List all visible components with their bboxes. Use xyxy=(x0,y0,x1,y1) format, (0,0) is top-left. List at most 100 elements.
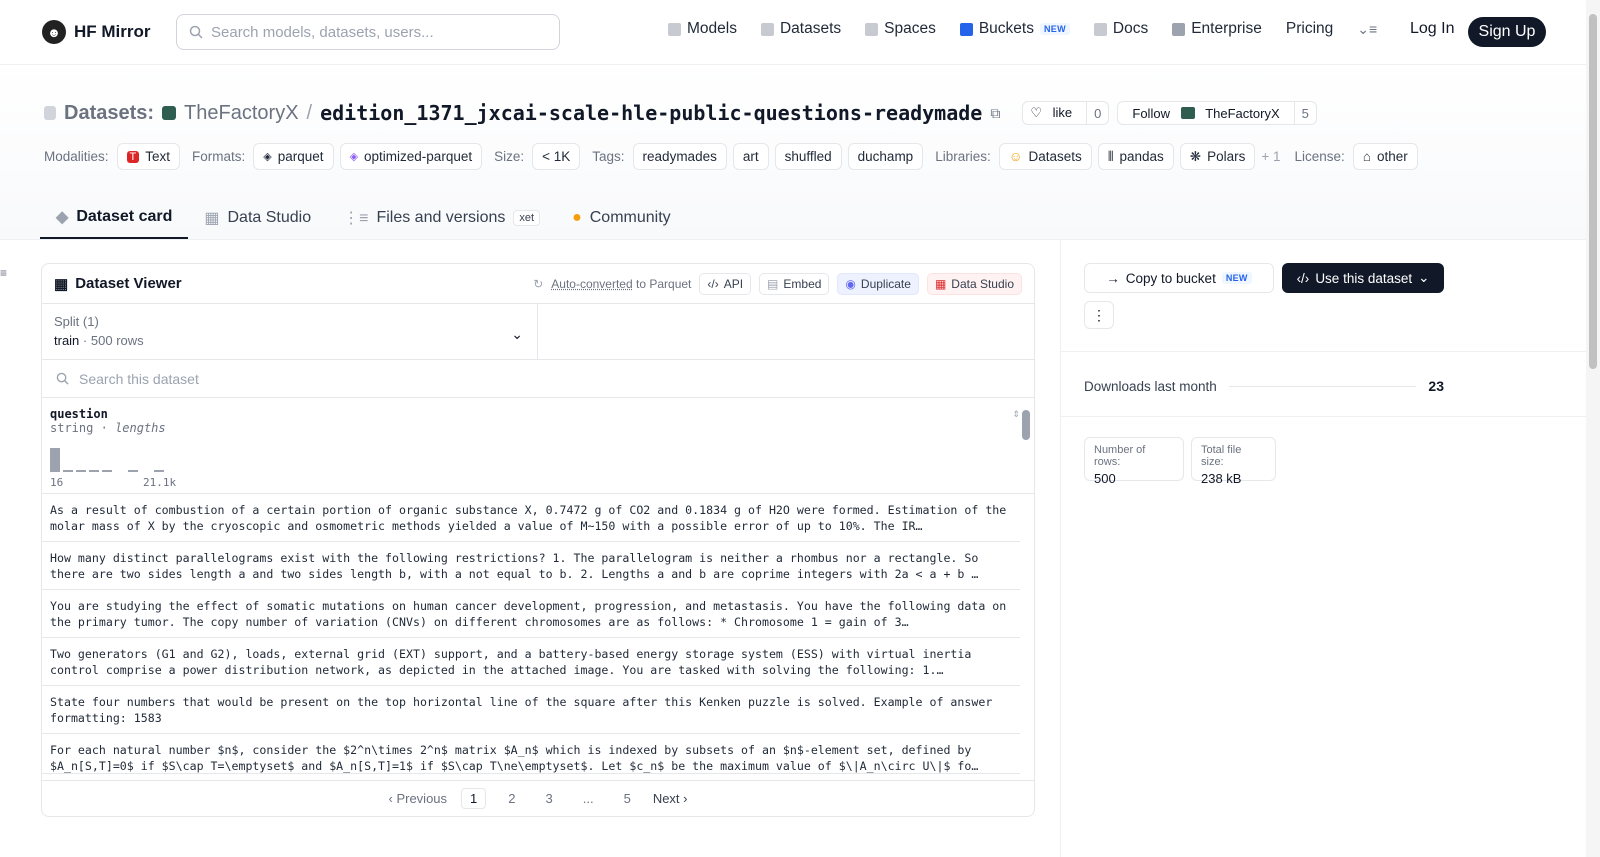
top-navbar: ☻ HF Mirror Search models, datasets, use… xyxy=(0,0,1586,65)
split-select[interactable]: Split (1) train · 500 rows ⌄ xyxy=(42,304,538,359)
license-tag[interactable]: ⌂ other xyxy=(1352,143,1418,170)
table-row[interactable]: You are studying the effect of somatic m… xyxy=(42,590,1020,638)
org-avatar xyxy=(162,106,177,120)
data-studio-button[interactable]: ▦ Data Studio xyxy=(926,272,1022,295)
library-tag[interactable]: ❋ Polars xyxy=(1179,143,1256,170)
refresh-icon: ↻ xyxy=(533,276,544,291)
table-row[interactable]: For each natural number $n$, consider th… xyxy=(42,734,1020,774)
use-dataset-button[interactable]: ‹/› Use this dataset ⌄ xyxy=(1282,263,1444,293)
metadata-tags: Modalities: T Text Formats: ◈ parquet ◈ opt… xyxy=(44,143,1418,170)
viewer-title: ▦ Dataset Viewer xyxy=(54,275,182,293)
nav-models[interactable]: Models xyxy=(668,20,737,38)
models-icon xyxy=(668,22,681,36)
brand-logo[interactable]: ☻ HF Mirror xyxy=(42,20,151,44)
column-header[interactable]: question string · lengths ⇕ 16 21.1k xyxy=(42,398,1034,494)
dataset-tabs: ◆ Dataset card ▦ Data Studio ⋮≡ Files and v… xyxy=(40,196,687,239)
table-icon: ▦ xyxy=(204,209,220,227)
pagination: ‹ Previous 1 2 3 ... 5 Next › xyxy=(42,780,1034,816)
table-row[interactable]: Two generators (G1 and G2), loads, exter… xyxy=(42,638,1020,686)
column-divider xyxy=(1060,240,1061,857)
size-tag[interactable]: < 1K xyxy=(532,143,581,170)
copy-to-bucket-button[interactable]: → Copy to bucket NEW xyxy=(1084,263,1274,293)
search-input[interactable]: Search models, datasets, users... xyxy=(176,14,560,50)
tag-item[interactable]: art xyxy=(732,143,769,170)
library-tag[interactable]: ⫴ pandas xyxy=(1097,143,1174,170)
page-scrollbar[interactable] xyxy=(1586,0,1600,857)
text-icon: T xyxy=(126,150,140,163)
hist-bar xyxy=(154,470,164,472)
page-2[interactable]: 2 xyxy=(500,789,523,808)
library-tag[interactable]: ☺ Datasets xyxy=(998,143,1092,170)
nav-docs[interactable]: Docs xyxy=(1093,20,1148,38)
tab-community[interactable]: ● Community xyxy=(556,196,687,239)
dataset-search-input[interactable]: Search this dataset xyxy=(42,360,1034,398)
hist-bar xyxy=(63,470,73,472)
enterprise-icon xyxy=(1172,22,1186,36)
page-1[interactable]: 1 xyxy=(461,788,487,809)
page-3[interactable]: 3 xyxy=(538,789,561,808)
tab-files[interactable]: ⋮≡ Files and versions xet xyxy=(327,196,556,239)
signup-button[interactable]: Sign Up xyxy=(1468,17,1546,47)
optimized-parquet-icon: ◈ xyxy=(349,151,359,163)
right-actions: → Copy to bucket NEW ‹/› Use this dataset ⌄ xyxy=(1084,263,1444,293)
hist-min-label: 16 xyxy=(50,476,64,489)
search-placeholder: Search models, datasets, users... xyxy=(211,23,434,41)
auto-converted-link[interactable]: Auto-converted xyxy=(551,277,632,291)
tab-data-studio[interactable]: ▦ Data Studio xyxy=(188,196,327,239)
nav-spaces[interactable]: Spaces xyxy=(865,20,936,38)
dataset-name[interactable]: edition_1371_jxcai-scale-hle-public-ques… xyxy=(320,101,982,125)
nav-buckets[interactable]: Buckets NEW xyxy=(959,20,1070,38)
nav-enterprise[interactable]: Enterprise xyxy=(1172,20,1262,38)
column-name: question xyxy=(50,407,108,421)
page-5[interactable]: 5 xyxy=(616,789,639,808)
search-icon xyxy=(56,372,69,385)
section-label: Datasets: xyxy=(64,101,155,124)
sidebar-toggle-icon[interactable]: ≡ xyxy=(0,266,7,280)
docs-icon xyxy=(1093,22,1107,36)
spaces-icon xyxy=(865,22,879,36)
follow-button[interactable]: Follow TheFactoryX 5 xyxy=(1117,101,1317,125)
tab-dataset-card[interactable]: ◆ Dataset card xyxy=(40,196,189,239)
format-tag[interactable]: ◈ parquet xyxy=(253,143,334,170)
card-icon: ◆ xyxy=(56,208,69,226)
xet-badge: xet xyxy=(513,209,541,226)
files-icon: ⋮≡ xyxy=(343,209,369,227)
polars-icon: ❋ xyxy=(1189,148,1202,164)
downloads-count: 23 xyxy=(1428,378,1444,394)
hist-bar xyxy=(89,470,99,472)
page-ellipsis: ... xyxy=(582,791,594,806)
nav-datasets[interactable]: Datasets xyxy=(760,20,841,38)
like-button[interactable]: ♡ like 0 xyxy=(1022,101,1110,125)
libraries-more[interactable]: + 1 xyxy=(1261,149,1280,164)
login-link[interactable]: Log In xyxy=(1410,20,1454,38)
like-count: 0 xyxy=(1086,102,1108,124)
previous-button[interactable]: ‹ Previous xyxy=(389,791,448,806)
hist-bar xyxy=(50,448,60,472)
downloads-stat: Downloads last month 23 xyxy=(1084,378,1444,394)
filesize-stat: Total file size: 238 kB xyxy=(1191,437,1276,486)
tag-item[interactable]: shuffled xyxy=(774,143,842,170)
tag-item[interactable]: readymades xyxy=(632,143,727,170)
org-avatar-small xyxy=(1180,106,1195,119)
copy-icon[interactable]: ⧉ xyxy=(990,105,1000,122)
org-link[interactable]: TheFactoryX xyxy=(184,102,298,125)
split-row: Split (1) train · 500 rows ⌄ xyxy=(42,304,1034,360)
table-row[interactable]: As a result of combustion of a certain p… xyxy=(42,494,1020,542)
api-button[interactable]: ‹/› API xyxy=(699,272,752,295)
modality-tag[interactable]: T Text xyxy=(116,143,181,170)
hf-datasets-icon: ☺ xyxy=(1008,149,1023,164)
breadcrumb: Datasets: TheFactoryX / edition_1371_jxc… xyxy=(44,101,1317,125)
table-scrollbar[interactable] xyxy=(1018,398,1034,768)
next-button[interactable]: Next › xyxy=(653,791,688,806)
table-row[interactable]: How many distinct parallelograms exist w… xyxy=(42,542,1020,590)
duplicate-button[interactable]: ◉ Duplicate xyxy=(837,272,919,295)
follow-count: 5 xyxy=(1293,102,1316,124)
nav-pricing[interactable]: Pricing xyxy=(1286,20,1333,38)
hist-bar xyxy=(128,470,138,472)
more-menu-icon[interactable]: ⌄≡ xyxy=(1357,21,1377,38)
more-options-button[interactable]: ⋮ xyxy=(1084,301,1114,329)
table-row[interactable]: State four numbers that would be present… xyxy=(42,686,1020,734)
embed-button[interactable]: ▤ Embed xyxy=(759,272,830,295)
format-tag[interactable]: ◈ optimized-parquet xyxy=(339,143,483,170)
tag-item[interactable]: duchamp xyxy=(847,143,924,170)
